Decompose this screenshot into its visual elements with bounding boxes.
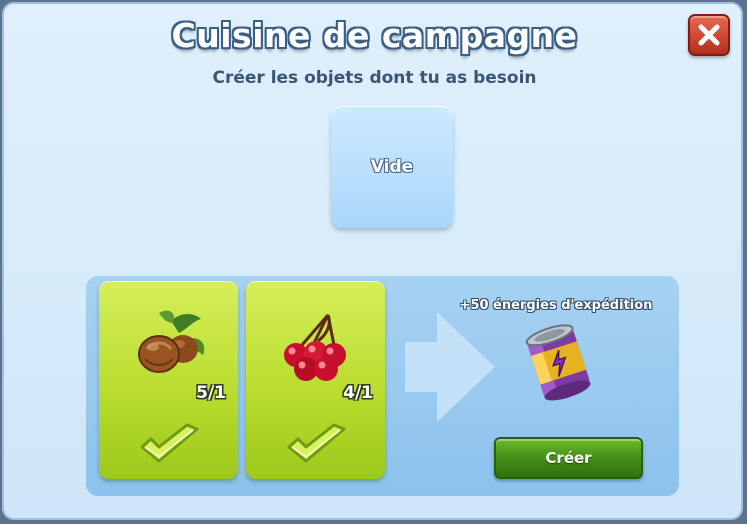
dialog-subtitle: Créer les objets dont tu as besoin <box>212 68 537 88</box>
close-icon <box>698 24 720 46</box>
hazelnut-icon <box>138 310 205 373</box>
ingredient-count: 4/1 <box>343 383 373 403</box>
reward-label: +50 énergies d'expédition <box>459 298 653 313</box>
arrow-right-icon <box>405 312 495 422</box>
checkmark-icon <box>140 423 199 463</box>
dialog-title: Cuisine de campagne <box>171 16 578 55</box>
create-button[interactable]: Créer <box>494 437 643 479</box>
result-slot-label: Vide <box>370 157 414 177</box>
energy-can-icon <box>525 324 591 401</box>
ingredient-count: 5/1 <box>196 383 226 403</box>
cherries-icon <box>284 314 346 381</box>
result-slot: Vide <box>331 106 453 228</box>
close-button[interactable] <box>688 14 730 56</box>
ingredient-slot-hazelnut[interactable]: 5/1 <box>99 281 238 479</box>
checkmark-icon <box>287 423 346 463</box>
ingredient-slot-cherries[interactable]: 4/1 <box>246 281 385 479</box>
